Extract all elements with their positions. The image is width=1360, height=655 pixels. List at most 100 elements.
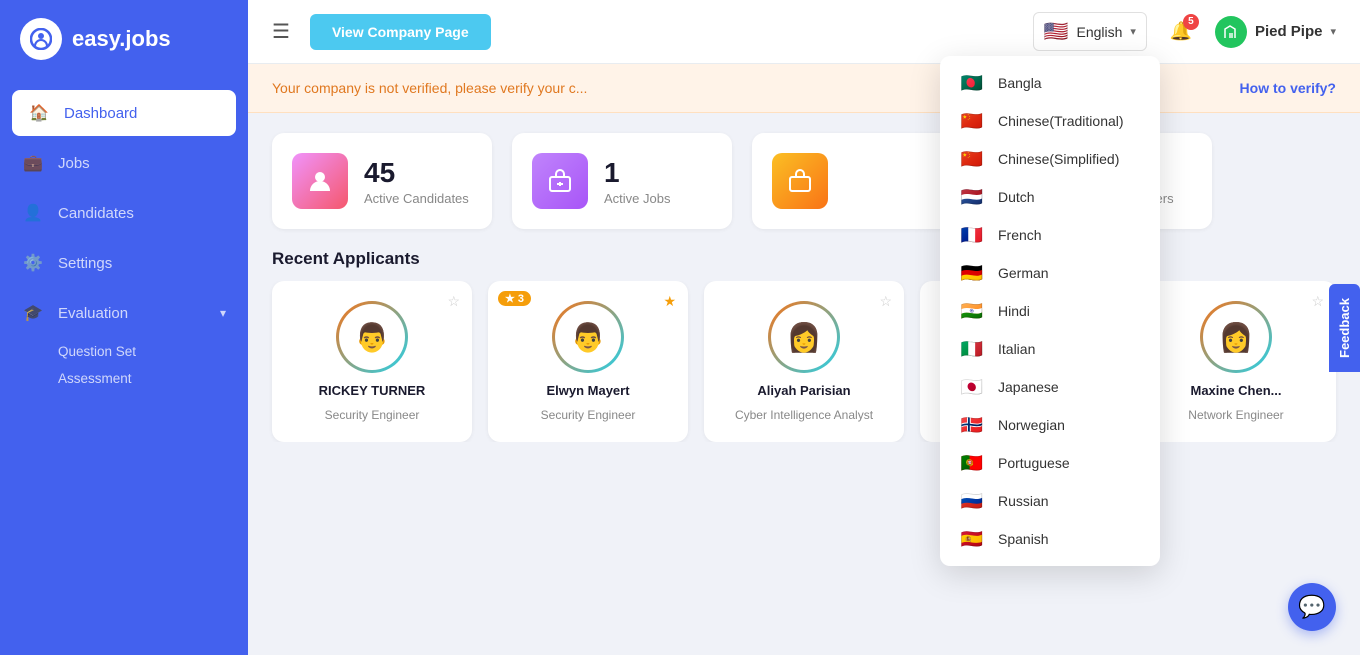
lang-option-chinese-traditional[interactable]: 🇨🇳 Chinese(Traditional) (940, 102, 1160, 140)
main-area: ☰ View Company Page 🇺🇸 English ▾ 🔔 5 Pie… (248, 0, 1360, 655)
lang-option-hindi[interactable]: 🇮🇳 Hindi (940, 292, 1160, 330)
stat-card-candidates: 45 Active Candidates (272, 133, 492, 229)
applicant-name-1: Elwyn Mayert (546, 383, 629, 398)
lang-option-portuguese[interactable]: 🇵🇹 Portuguese (940, 444, 1160, 482)
feedback-tab[interactable]: Feedback (1329, 284, 1360, 372)
dashboard-icon: 🏠 (28, 102, 50, 124)
chat-icon: 💬 (1298, 594, 1325, 620)
lang-option-dutch[interactable]: 🇳🇱 Dutch (940, 178, 1160, 216)
notification-badge: 5 (1183, 14, 1199, 30)
applicant-role-4: Network Engineer (1188, 408, 1283, 422)
star-icon-1[interactable]: ★ (663, 293, 676, 310)
rating-badge-1: ★ 3 (498, 291, 531, 306)
sidebar-sub-assessment[interactable]: Assessment (0, 365, 248, 392)
applicant-card-4: ☆ 👩 Maxine Chen... Network Engineer (1136, 281, 1336, 442)
content-area: Your company is not verified, please ver… (248, 64, 1360, 655)
sidebar-item-label: Candidates (58, 205, 134, 222)
language-selector[interactable]: 🇺🇸 English ▾ (1033, 12, 1147, 51)
lang-option-norwegian[interactable]: 🇳🇴 Norwegian (940, 406, 1160, 444)
sidebar-item-label: Evaluation (58, 305, 128, 322)
chevron-down-icon: ▾ (220, 306, 226, 320)
lang-text: English (1076, 24, 1122, 40)
candidates-count: 45 (364, 157, 469, 189)
jobs-stat-icon (532, 153, 588, 209)
lang-option-russian[interactable]: 🇷🇺 Russian (940, 482, 1160, 520)
japanese-flag: 🇯🇵 (958, 377, 986, 397)
applicant-role-1: Security Engineer (541, 408, 636, 422)
sidebar-item-settings[interactable]: ⚙️ Settings (0, 238, 248, 288)
avatar-2: 👩 (768, 301, 840, 373)
view-company-button[interactable]: View Company Page (310, 14, 491, 50)
menu-icon[interactable]: ☰ (272, 19, 290, 44)
lang-option-bangla[interactable]: 🇧🇩 Bangla (940, 64, 1160, 102)
applicants-row: ☆ 👨 RICKEY TURNER Security Engineer ★ ★ … (248, 281, 1360, 442)
stats-row: 45 Active Candidates 1 Active Jobs (248, 113, 1360, 249)
star-icon-0[interactable]: ☆ (447, 293, 460, 310)
sidebar-item-jobs[interactable]: 💼 Jobs (0, 138, 248, 188)
applicant-name-0: RICKEY TURNER (319, 383, 426, 398)
stat-card-jobs: 1 Active Jobs (512, 133, 732, 229)
sidebar-item-dashboard[interactable]: 🏠 Dashboard (12, 90, 236, 136)
sidebar-sub-question-set[interactable]: Question Set (0, 338, 248, 365)
sidebar-item-candidates[interactable]: 👤 Candidates (0, 188, 248, 238)
avatar-4: 👩 (1200, 301, 1272, 373)
sidebar-item-label: Dashboard (64, 105, 137, 122)
chinese-trad-flag: 🇨🇳 (958, 111, 986, 131)
company-chevron-icon: ▾ (1330, 25, 1336, 38)
sidebar-item-label: Jobs (58, 155, 90, 172)
chinese-simp-flag: 🇨🇳 (958, 149, 986, 169)
company-selector[interactable]: Pied Pipe ▾ (1215, 16, 1336, 48)
sidebar-item-label: Settings (58, 255, 112, 272)
applicant-role-2: Cyber Intelligence Analyst (735, 408, 873, 422)
avatar-0: 👨 (336, 301, 408, 373)
evaluation-icon: 🎓 (22, 302, 44, 324)
spanish-flag: 🇪🇸 (958, 529, 986, 549)
applicant-name-2: Aliyah Parisian (757, 383, 850, 398)
stat-card-pipeline (752, 133, 972, 229)
lang-chevron-icon: ▾ (1130, 25, 1136, 38)
stat-info-candidates: 45 Active Candidates (364, 157, 469, 206)
hindi-flag: 🇮🇳 (958, 301, 986, 321)
lang-flag-icon: 🇺🇸 (1044, 19, 1069, 44)
dutch-flag: 🇳🇱 (958, 187, 986, 207)
candidates-stat-icon (292, 153, 348, 209)
notifications-button[interactable]: 🔔 5 (1163, 14, 1199, 50)
jobs-icon: 💼 (22, 152, 44, 174)
lang-option-french[interactable]: 🇫🇷 French (940, 216, 1160, 254)
sidebar: easy.jobs 🏠 Dashboard 💼 Jobs 👤 Candidate… (0, 0, 248, 655)
lang-option-chinese-simplified[interactable]: 🇨🇳 Chinese(Simplified) (940, 140, 1160, 178)
sidebar-item-evaluation[interactable]: 🎓 Evaluation ▾ (0, 288, 248, 338)
applicant-card-2: ☆ 👩 Aliyah Parisian Cyber Intelligence A… (704, 281, 904, 442)
app-name: easy.jobs (72, 26, 171, 52)
settings-icon: ⚙️ (22, 252, 44, 274)
lang-option-japanese[interactable]: 🇯🇵 Japanese (940, 368, 1160, 406)
header: ☰ View Company Page 🇺🇸 English ▾ 🔔 5 Pie… (248, 0, 1360, 64)
lang-option-italian[interactable]: 🇮🇹 Italian (940, 330, 1160, 368)
star-icon-2[interactable]: ☆ (879, 293, 892, 310)
sidebar-nav: 🏠 Dashboard 💼 Jobs 👤 Candidates ⚙️ Setti… (0, 88, 248, 392)
lang-option-german[interactable]: 🇩🇪 German (940, 254, 1160, 292)
jobs-count: 1 (604, 157, 670, 189)
chat-button[interactable]: 💬 (1288, 583, 1336, 631)
stat-info-jobs: 1 Active Jobs (604, 157, 670, 206)
company-name: Pied Pipe (1255, 23, 1323, 40)
verify-link[interactable]: How to verify? (1240, 80, 1336, 96)
french-flag: 🇫🇷 (958, 225, 986, 245)
applicant-card-1: ★ ★ 3 👨 Elwyn Mayert Security Engineer (488, 281, 688, 442)
app-logo: easy.jobs (0, 0, 248, 78)
applicant-card-0: ☆ 👨 RICKEY TURNER Security Engineer (272, 281, 472, 442)
section-title-applicants: Recent Applicants (248, 249, 1360, 281)
candidates-icon: 👤 (22, 202, 44, 224)
company-logo-icon (1215, 16, 1247, 48)
candidates-label: Active Candidates (364, 191, 469, 206)
logo-icon (20, 18, 62, 60)
portuguese-flag: 🇵🇹 (958, 453, 986, 473)
verification-banner: Your company is not verified, please ver… (248, 64, 1360, 113)
applicant-name-4: Maxine Chen... (1190, 383, 1281, 398)
banner-text: Your company is not verified, please ver… (272, 80, 587, 96)
star-icon-4[interactable]: ☆ (1311, 293, 1324, 310)
italian-flag: 🇮🇹 (958, 339, 986, 359)
german-flag: 🇩🇪 (958, 263, 986, 283)
lang-option-spanish[interactable]: 🇪🇸 Spanish (940, 520, 1160, 558)
pipeline-stat-icon (772, 153, 828, 209)
